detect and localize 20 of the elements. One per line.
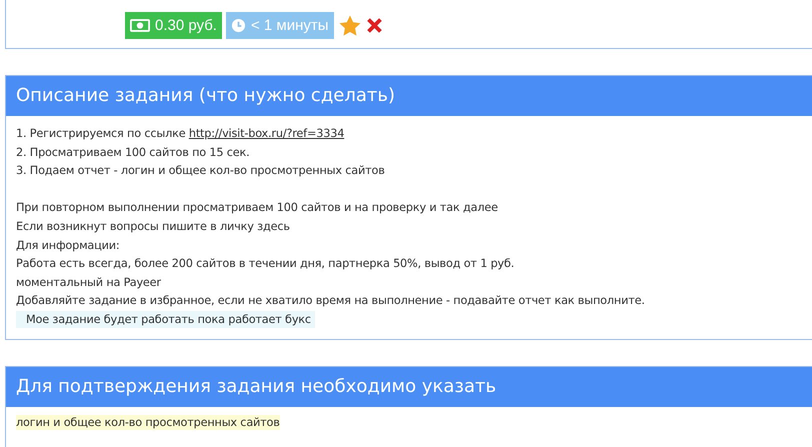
clock-icon	[230, 18, 246, 33]
close-icon[interactable]	[366, 17, 383, 34]
referral-link[interactable]: http://visit-box.ru/?ref=3334	[188, 127, 344, 140]
banknote-icon	[130, 19, 150, 32]
note-text: моментальный на Payeer	[16, 276, 161, 289]
requirement-text: логин и общее кол-во просмотренных сайтов	[16, 414, 280, 430]
note-text: При повторном выполнении просматриваем 100 сайтов и на проверку и так далее	[16, 201, 498, 214]
section-header: Для подтверждения задания необходимо указать	[6, 366, 812, 407]
price-text: 0.30 руб.	[155, 17, 217, 34]
note-text: Добавляйте задание в избранное, если не хватило время на выполнение - подавайте отчет как выполните.	[16, 294, 645, 308]
note-text: Работа есть всегда, более 200 сайтов в течении дня, партнерка 50%, вывод от 1 руб.	[16, 257, 514, 270]
step-text: 3. Подаем отчет - логин и общее кол-во просмотренных сайтов	[16, 163, 386, 180]
note-text: Если возникнут вопросы пишите в личку здесь	[16, 220, 290, 233]
star-icon[interactable]	[338, 14, 362, 38]
section-header: Описание задания (что нужно сделать)	[6, 76, 812, 116]
duration-text: < 1 минуты	[250, 17, 329, 34]
step-text: 1. Регистрируемся по ссылке http://visit-box.ru/?ref=3334	[16, 126, 346, 142]
note-text: Для информации:	[16, 238, 120, 252]
note-text: Мое задание будет работать пока работает букс	[16, 310, 315, 328]
step-text: 2. Просматриваем 100 сайтов по 15 сек.	[16, 144, 251, 161]
